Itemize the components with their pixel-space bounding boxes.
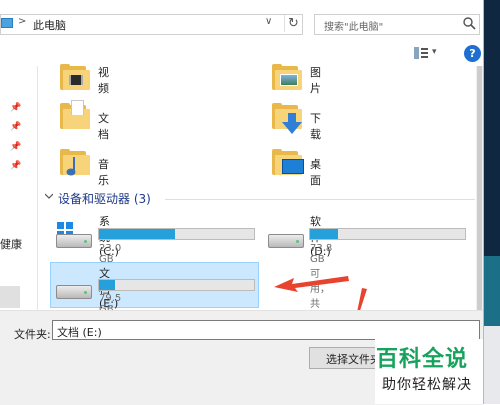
this-pc-icon	[1, 18, 13, 28]
downloads-folder-icon	[272, 103, 302, 134]
pin-icon: 📌	[10, 161, 22, 171]
view-options-icon[interactable]	[414, 47, 428, 59]
video-folder-icon	[60, 64, 90, 90]
watermark-subtitle: 助你轻松解决	[382, 377, 472, 393]
folder-label: 文档	[98, 112, 109, 141]
breadcrumb-this-pc[interactable]: 此电脑	[33, 17, 66, 33]
drive-usage-bar	[309, 228, 466, 240]
folder-field-label: 文件夹:	[14, 328, 51, 341]
navigation-pane[interactable]: 📌 📌 📌 📌	[0, 66, 38, 310]
drive-usage-fill	[310, 229, 338, 239]
hard-drive-icon	[268, 234, 304, 248]
devices-and-drives-header[interactable]: 设备和驱动器 (3)	[58, 190, 151, 207]
pin-icon: 📌	[10, 142, 22, 152]
nav-item-partial[interactable]: 健康	[0, 236, 22, 252]
folder-label: 视频	[98, 66, 109, 95]
pin-icon: 📌	[10, 122, 22, 132]
drive-usage-fill	[99, 229, 175, 239]
music-folder-icon	[60, 149, 90, 176]
watermark-title: 百科全说	[376, 347, 469, 372]
folder-label: 下载	[310, 112, 321, 141]
nav-pane-scrollbar[interactable]	[0, 286, 20, 308]
desktop-folder-icon	[272, 149, 304, 175]
breadcrumb-separator-icon[interactable]: >	[18, 16, 26, 27]
folder-label: 音乐	[98, 158, 109, 187]
view-options-dropdown-icon[interactable]: ▾	[432, 47, 437, 57]
content-scrollbar[interactable]	[476, 66, 483, 310]
collapse-group-chevron-icon[interactable]	[45, 192, 53, 200]
pin-icon: 📌	[10, 103, 22, 113]
folder-label: 图片	[310, 66, 321, 95]
documents-folder-icon	[60, 100, 90, 129]
desktop-background	[483, 0, 500, 404]
refresh-icon[interactable]: ↻	[284, 15, 302, 32]
drive-usage-bar	[98, 228, 255, 240]
search-placeholder: 搜索"此电脑"	[324, 22, 384, 33]
drive-usage-bar	[98, 279, 255, 291]
help-icon[interactable]: ?	[464, 45, 481, 62]
group-divider	[165, 199, 475, 200]
drive-usage-fill	[99, 280, 115, 290]
folder-name-value: 文档 (E:)	[57, 326, 102, 339]
folder-label: 桌面	[310, 158, 321, 187]
folder-name-input[interactable]	[52, 320, 480, 340]
address-history-dropdown-icon[interactable]: ∨	[265, 16, 272, 27]
select-folder-button-label: 选择文件夹	[326, 353, 381, 366]
pictures-folder-icon	[272, 64, 302, 90]
windows-drive-icon	[56, 234, 92, 248]
hard-drive-icon	[56, 285, 92, 299]
search-icon[interactable]	[462, 16, 476, 30]
